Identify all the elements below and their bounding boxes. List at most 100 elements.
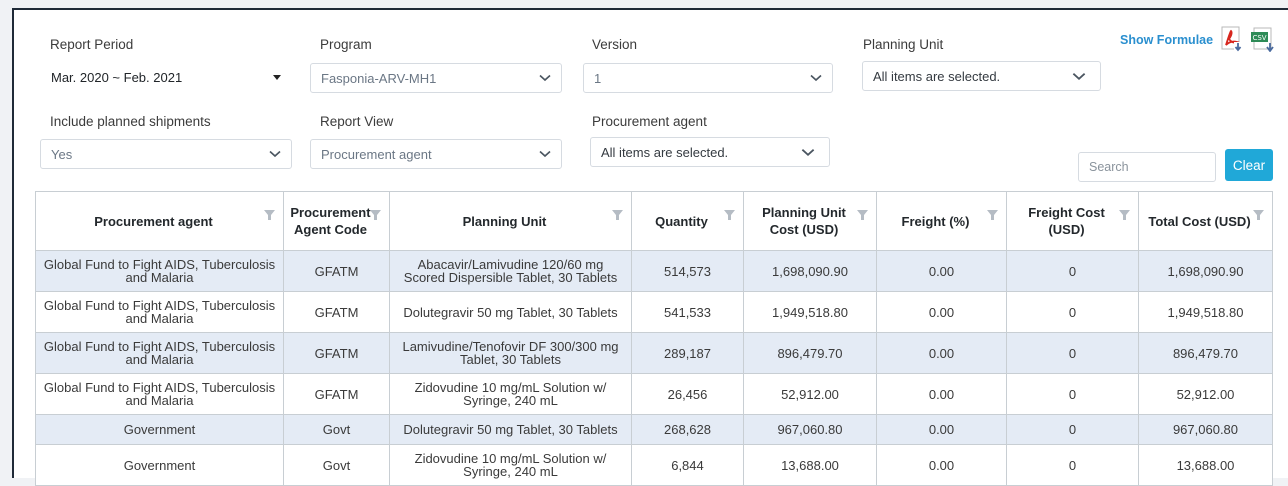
chevron-down-icon bbox=[1072, 72, 1086, 80]
filter-icon[interactable] bbox=[264, 210, 275, 220]
column-header-label: Planning Unit Cost (USD) bbox=[762, 205, 846, 237]
table-cell: Government bbox=[35, 444, 284, 486]
table-cell: 26,456 bbox=[631, 373, 744, 415]
table-row[interactable]: Global Fund to Fight AIDS, Tuberculosis … bbox=[35, 373, 1273, 415]
filter-icon[interactable] bbox=[724, 210, 735, 220]
table-row[interactable]: Global Fund to Fight AIDS, Tuberculosis … bbox=[35, 332, 1273, 374]
column-header-label: Procurement agent bbox=[94, 213, 213, 229]
table-cell: 541,533 bbox=[631, 291, 744, 333]
planning-unit-value: All items are selected. bbox=[873, 68, 1001, 84]
table-row[interactable]: Global Fund to Fight AIDS, Tuberculosis … bbox=[35, 250, 1273, 292]
table-cell: 1,698,090.90 bbox=[1138, 250, 1273, 292]
procurement-agent-multiselect[interactable]: All items are selected. bbox=[590, 137, 830, 167]
procurement-agent-value: All items are selected. bbox=[601, 144, 729, 160]
table-cell: Dolutegravir 50 mg Tablet, 30 Tablets bbox=[389, 291, 632, 333]
report-period-value: Mar. 2020 ~ Feb. 2021 bbox=[51, 69, 183, 85]
table-cell: 0 bbox=[1006, 373, 1139, 415]
table-cell: 268,628 bbox=[631, 414, 744, 445]
table-cell: Govt bbox=[283, 444, 390, 486]
table-row[interactable]: Global Fund to Fight AIDS, Tuberculosis … bbox=[35, 291, 1273, 333]
clear-button[interactable]: Clear bbox=[1225, 149, 1273, 181]
version-label: Version bbox=[592, 37, 638, 52]
table-cell: Govt bbox=[283, 414, 390, 445]
table-cell: Abacavir/Lamivudine 120/60 mg Scored Dis… bbox=[389, 250, 632, 292]
table-cell: 52,912.00 bbox=[743, 373, 877, 415]
chevron-down-icon bbox=[801, 148, 815, 156]
header-row: Procurement agent Procurement Agent Code P… bbox=[35, 191, 1273, 251]
filter-icon[interactable] bbox=[857, 210, 868, 220]
table-row[interactable]: Government Govt Dolutegravir 50 mg Tablet,… bbox=[35, 414, 1273, 445]
include-planned-select[interactable]: Yes bbox=[40, 139, 292, 169]
table-cell: 0.00 bbox=[876, 414, 1007, 445]
column-header-label: Planning Unit bbox=[462, 213, 547, 229]
table-row[interactable]: Government Govt Zidovudine 10 mg/mL Soluti… bbox=[35, 444, 1273, 486]
procurement-agent-label: Procurement agent bbox=[592, 114, 707, 129]
table-cell: 1,698,090.90 bbox=[743, 250, 877, 292]
svg-text:CSV: CSV bbox=[1252, 34, 1266, 42]
table-cell: 514,573 bbox=[631, 250, 744, 292]
column-header-label: Quantity bbox=[655, 213, 708, 229]
table-cell: Zidovudine 10 mg/mL Solution w/ Syringe,… bbox=[389, 444, 632, 486]
filter-icon[interactable] bbox=[987, 210, 998, 220]
table-cell: 0.00 bbox=[876, 291, 1007, 333]
report-view-value: Procurement agent bbox=[321, 146, 432, 162]
table-cell: GFATM bbox=[283, 332, 390, 374]
csv-icon[interactable]: CSV bbox=[1250, 26, 1276, 52]
table-cell: 0.00 bbox=[876, 444, 1007, 486]
column-header-unit-cost[interactable]: Planning Unit Cost (USD) bbox=[743, 191, 877, 251]
table-cell: 967,060.80 bbox=[743, 414, 877, 445]
report-view-label: Report View bbox=[320, 114, 394, 129]
column-header-freight-cost[interactable]: Freight Cost (USD) bbox=[1006, 191, 1139, 251]
report-period-picker[interactable]: Mar. 2020 ~ Feb. 2021 bbox=[40, 62, 292, 92]
filter-icon[interactable] bbox=[1119, 210, 1130, 220]
version-select[interactable]: 1 bbox=[583, 63, 833, 93]
table-cell: 0 bbox=[1006, 332, 1139, 374]
chevron-down-icon bbox=[810, 74, 822, 82]
include-planned-label: Include planned shipments bbox=[50, 114, 211, 129]
include-planned-value: Yes bbox=[51, 146, 73, 162]
program-value: Fasponia-ARV-MH1 bbox=[321, 70, 437, 86]
table-cell: Government bbox=[35, 414, 284, 445]
table-cell: Global Fund to Fight AIDS, Tuberculosis … bbox=[35, 250, 284, 292]
table-cell: 1,949,518.80 bbox=[1138, 291, 1273, 333]
program-select[interactable]: Fasponia-ARV-MH1 bbox=[310, 63, 562, 93]
column-header-quantity[interactable]: Quantity bbox=[631, 191, 744, 251]
caret-down-icon bbox=[273, 74, 281, 80]
table-body: Global Fund to Fight AIDS, Tuberculosis … bbox=[35, 250, 1273, 486]
report-table: Procurement agent Procurement Agent Code P… bbox=[35, 191, 1273, 486]
table-cell: 289,187 bbox=[631, 332, 744, 374]
table-cell: Lamivudine/Tenofovir DF 300/300 mg Table… bbox=[389, 332, 632, 374]
table-cell: 13,688.00 bbox=[1138, 444, 1273, 486]
table-cell: Global Fund to Fight AIDS, Tuberculosis … bbox=[35, 291, 284, 333]
pdf-icon[interactable] bbox=[1221, 26, 1243, 52]
table-cell: 0 bbox=[1006, 250, 1139, 292]
version-value: 1 bbox=[594, 70, 602, 86]
column-header-label: Freight (%) bbox=[901, 213, 970, 229]
column-header-agent-code[interactable]: Procurement Agent Code bbox=[283, 191, 390, 251]
table-cell: 1,949,518.80 bbox=[743, 291, 877, 333]
column-header-planning-unit[interactable]: Planning Unit bbox=[389, 191, 632, 251]
table-cell: GFATM bbox=[283, 250, 390, 292]
report-period-label: Report Period bbox=[50, 37, 134, 52]
filter-icon[interactable] bbox=[1253, 210, 1264, 220]
show-formulae-link[interactable]: Show Formulae bbox=[1120, 33, 1213, 47]
search-input[interactable] bbox=[1078, 152, 1216, 182]
column-header-freight-pct[interactable]: Freight (%) bbox=[876, 191, 1007, 251]
table-cell: GFATM bbox=[283, 291, 390, 333]
chevron-down-icon bbox=[539, 150, 551, 158]
table-cell: 0 bbox=[1006, 444, 1139, 486]
column-header-procurement-agent[interactable]: Procurement agent bbox=[35, 191, 284, 251]
column-header-label: Freight Cost (USD) bbox=[1028, 205, 1105, 237]
report-card: Report Period Mar. 2020 ~ Feb. 2021 Prog… bbox=[12, 8, 1288, 486]
filter-icon[interactable] bbox=[612, 210, 623, 220]
table-cell: 896,479.70 bbox=[743, 332, 877, 374]
table-cell: 0.00 bbox=[876, 332, 1007, 374]
report-view-select[interactable]: Procurement agent bbox=[310, 139, 562, 169]
table-cell: 0 bbox=[1006, 291, 1139, 333]
column-header-total-cost[interactable]: Total Cost (USD) bbox=[1138, 191, 1273, 251]
filter-icon[interactable] bbox=[370, 210, 381, 220]
table-cell: 0.00 bbox=[876, 373, 1007, 415]
program-label: Program bbox=[320, 37, 372, 52]
table-cell: GFATM bbox=[283, 373, 390, 415]
planning-unit-multiselect[interactable]: All items are selected. bbox=[862, 61, 1101, 91]
